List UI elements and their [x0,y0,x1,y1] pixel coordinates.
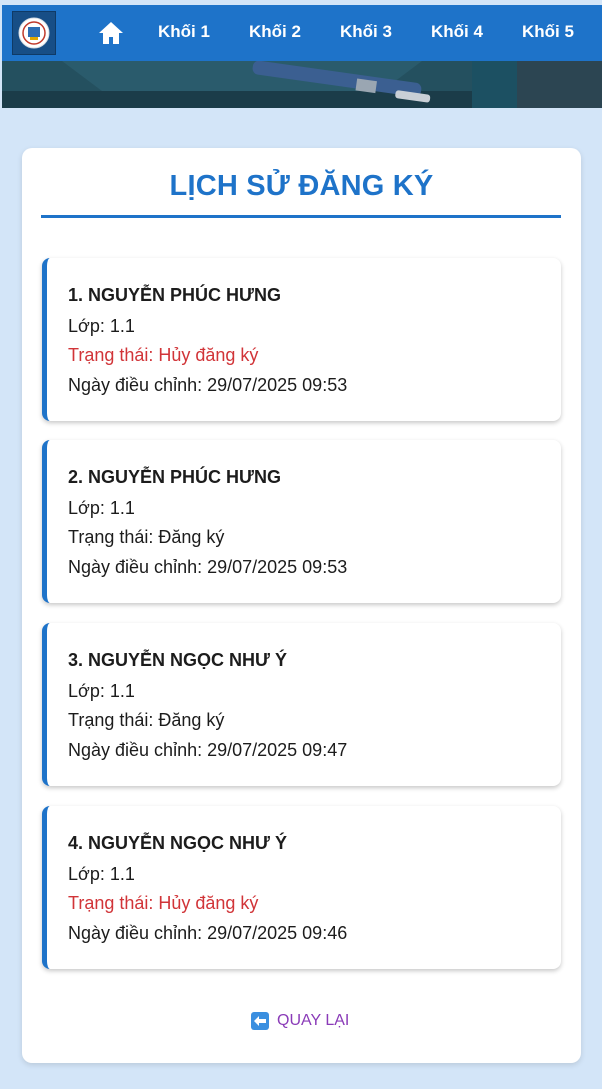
back-button[interactable]: QUAY LẠI [251,1012,349,1030]
nav-item-khoi-2[interactable]: Khối 2 [249,22,301,42]
title-divider [41,215,561,218]
entry-date: Ngày điều chỉnh: 29/07/2025 09:46 [68,923,348,943]
nav-item-khoi-5[interactable]: Khối 5 [522,22,574,42]
entry-status: Trạng thái: Hủy đăng ký [68,345,259,365]
history-entry: 4. NGUYỄN NGỌC NHƯ Ý Lớp: 1.1 Trạng thái… [42,806,561,969]
entry-status: Trạng thái: Hủy đăng ký [68,893,259,913]
header-banner-image [2,61,602,108]
nav-item-khoi-1[interactable]: Khối 1 [158,22,210,42]
back-arrow-icon [251,1012,269,1030]
nav-item-khoi-4[interactable]: Khối 4 [431,22,483,42]
nav-item-khoi-3[interactable]: Khối 3 [340,22,392,42]
history-entry: 1. NGUYỄN PHÚC HƯNG Lớp: 1.1 Trạng thái:… [42,258,561,421]
entry-student-name: 4. NGUYỄN NGỌC NHƯ Ý [68,833,287,853]
back-button-label: QUAY LẠI [277,1012,350,1029]
history-card: LỊCH SỬ ĐĂNG KÝ 1. NGUYỄN PHÚC HƯNG Lớp:… [22,148,581,1063]
school-logo-icon[interactable] [12,11,56,55]
history-entry: 2. NGUYỄN PHÚC HƯNG Lớp: 1.1 Trạng thái:… [42,440,561,603]
entry-class: Lớp: 1.1 [68,864,135,884]
entry-date: Ngày điều chỉnh: 29/07/2025 09:53 [68,557,348,577]
page-title: LỊCH SỬ ĐĂNG KÝ [169,170,434,202]
top-navigation-bar: Khối 1 Khối 2 Khối 3 Khối 4 Khối 5 [2,5,602,61]
entry-class: Lớp: 1.1 [68,498,135,518]
entry-student-name: 2. NGUYỄN PHÚC HƯNG [68,467,281,487]
entry-student-name: 1. NGUYỄN PHÚC HƯNG [68,285,281,305]
entry-class: Lớp: 1.1 [68,681,135,701]
entry-class: Lớp: 1.1 [68,316,135,336]
entry-date: Ngày điều chỉnh: 29/07/2025 09:47 [68,740,348,760]
entry-date: Ngày điều chỉnh: 29/07/2025 09:53 [68,375,348,395]
entry-student-name: 3. NGUYỄN NGỌC NHƯ Ý [68,650,287,670]
entry-status: Trạng thái: Đăng ký [68,527,225,547]
home-icon[interactable] [98,21,124,45]
entry-status: Trạng thái: Đăng ký [68,710,225,730]
history-entry: 3. NGUYỄN NGỌC NHƯ Ý Lớp: 1.1 Trạng thái… [42,623,561,786]
